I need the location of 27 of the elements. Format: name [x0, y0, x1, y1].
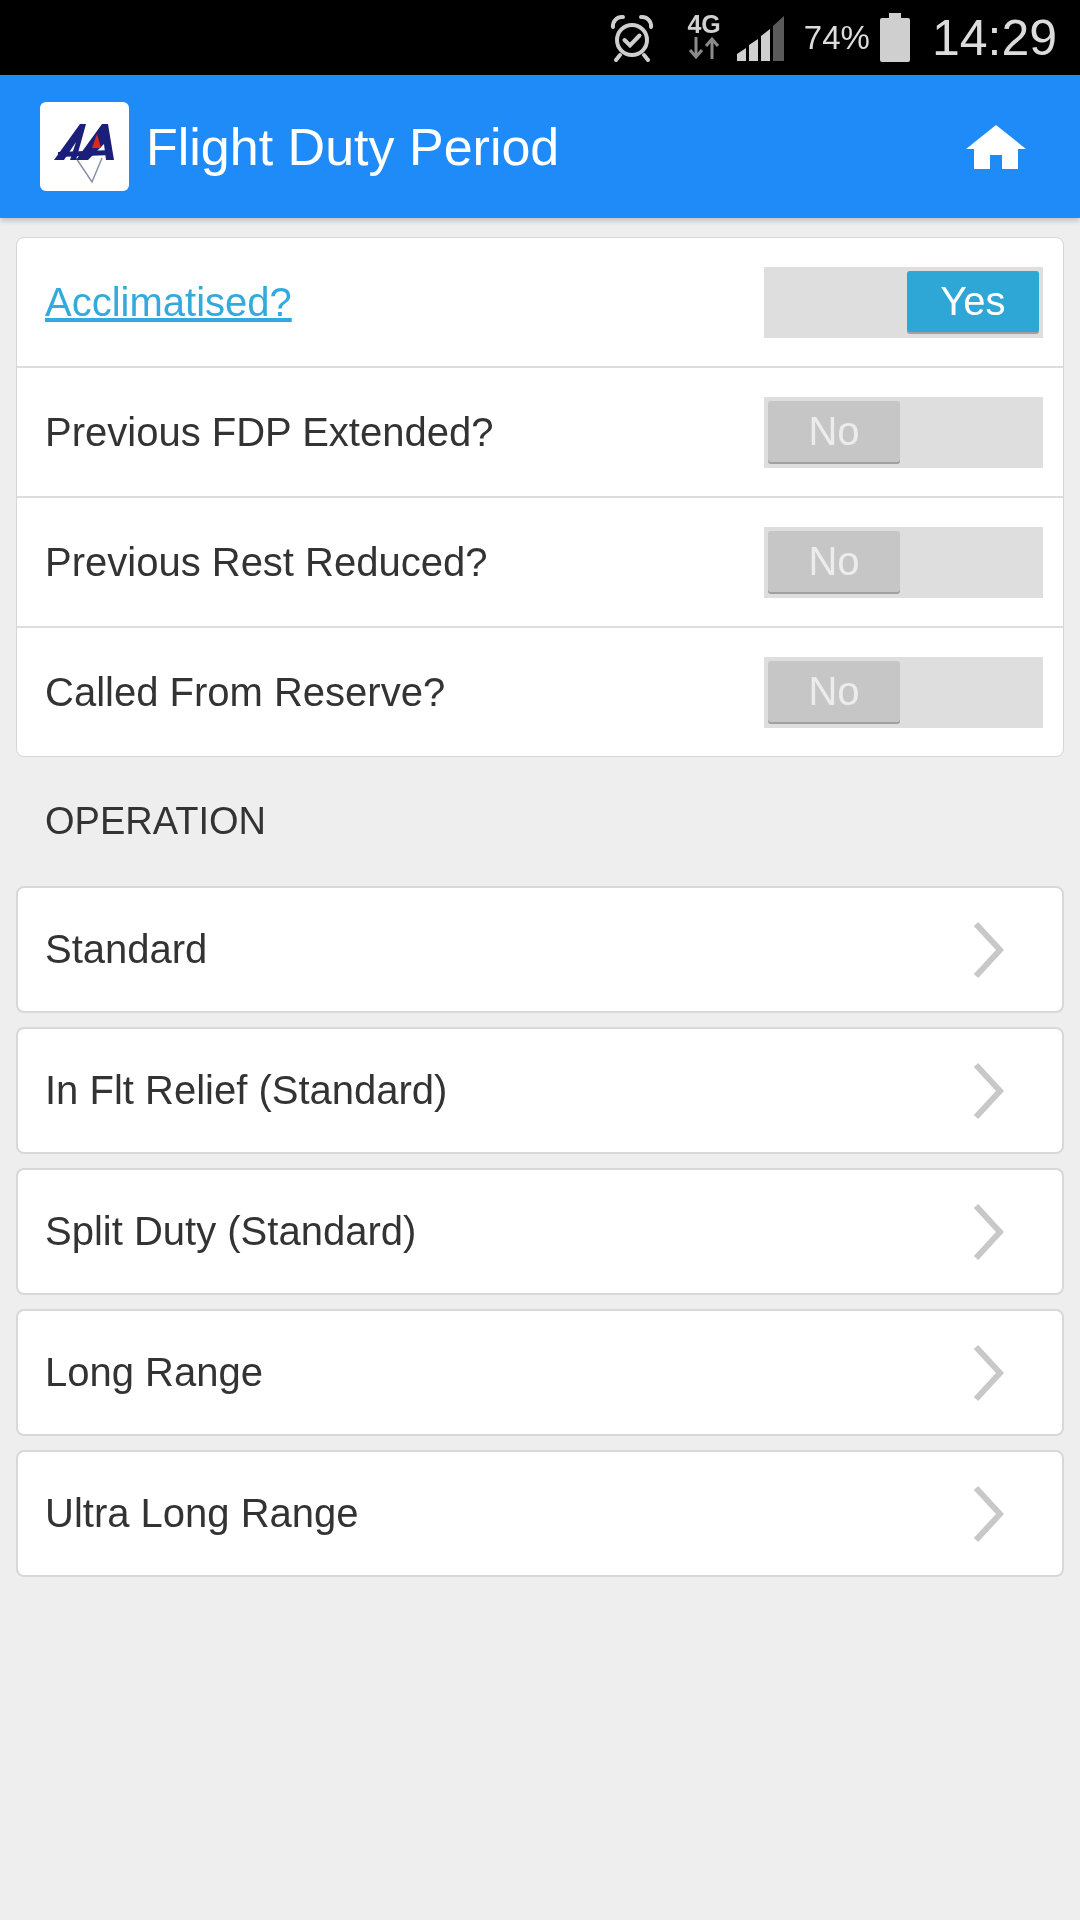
data-arrows-icon — [688, 35, 721, 60]
section-header: OPERATION — [45, 800, 266, 843]
signal-strength-icon — [736, 14, 784, 61]
operation-item[interactable]: Standard — [16, 886, 1064, 1013]
setting-label: Previous Rest Reduced? — [45, 539, 488, 585]
app-logo-icon — [40, 102, 129, 191]
page-title: Flight Duty Period — [146, 116, 560, 177]
setting-label: Called From Reserve? — [45, 669, 446, 715]
battery-percentage: 74% — [803, 18, 870, 57]
operation-item[interactable]: Ultra Long Range — [16, 1450, 1064, 1577]
toggle-thumb[interactable]: Yes — [907, 270, 1039, 332]
chevron-right-icon — [972, 919, 1004, 980]
setting-label: Previous FDP Extended? — [45, 409, 494, 455]
operation-item[interactable]: In Flt Relief (Standard) — [16, 1027, 1064, 1154]
chevron-right-icon — [972, 1342, 1004, 1403]
toggle-switch[interactable]: Yes — [764, 266, 1043, 338]
home-icon[interactable] — [966, 124, 1026, 169]
info-link[interactable]: Acclimatised? — [45, 279, 292, 325]
alarm-clock-icon — [610, 13, 655, 62]
network-type-label: 4G — [687, 11, 721, 36]
operation-item[interactable]: Split Duty (Standard) — [16, 1168, 1064, 1295]
chevron-right-icon — [972, 1201, 1004, 1262]
battery-icon — [879, 13, 910, 62]
clock-time: 14:29 — [931, 8, 1057, 67]
operation-item[interactable]: Long Range — [16, 1309, 1064, 1436]
chevron-right-icon — [972, 1060, 1004, 1121]
chevron-right-icon — [972, 1483, 1004, 1544]
